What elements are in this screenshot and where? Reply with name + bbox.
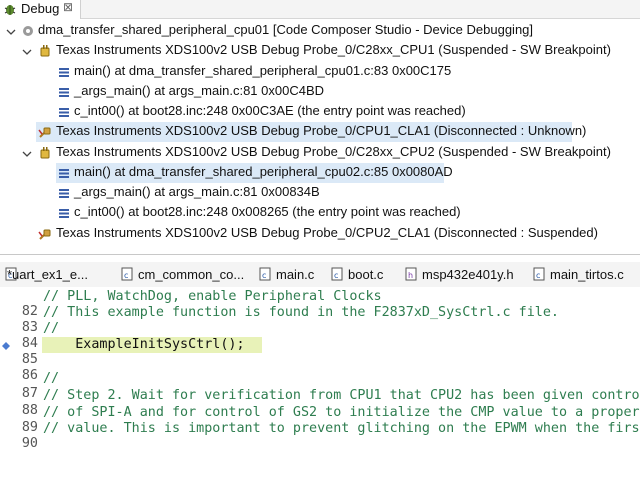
editor-tab-label: main_tirtos.c (550, 267, 624, 282)
editor-tab-label: msp432e401y.h (422, 267, 514, 282)
svg-text:c: c (334, 271, 338, 280)
disconnected-icon (38, 127, 51, 138)
tree-item-label: main() at dma_transfer_shared_peripheral… (74, 164, 453, 179)
editor-tab-label: cm_common_co... (138, 267, 245, 282)
editor-tab-label: *uart_ex1_e... (7, 267, 88, 282)
instruction-pointer-icon (2, 342, 10, 350)
code-line[interactable]: 87 // (20, 371, 640, 401)
svg-text:h: h (408, 271, 413, 280)
stack-frame-icon (59, 169, 69, 178)
disconnected-icon (38, 229, 51, 240)
code-line[interactable]: 86 (20, 353, 640, 383)
editor-tab-label: boot.c (348, 267, 384, 282)
tree-item-label: _args_main() at args_main.c:81 0x00834B (74, 184, 320, 199)
h-file-icon: h (405, 267, 417, 281)
thread-suspended-icon (40, 45, 50, 57)
tree-item-cpu2[interactable]: Texas Instruments XDS100v2 USB Debug Pro… (0, 143, 640, 163)
tree-item-label: Texas Instruments XDS100v2 USB Debug Pro… (56, 225, 598, 240)
c-file-icon: c (121, 267, 133, 281)
code-line[interactable]: 90 // value. This is important to preven… (20, 421, 640, 451)
code-text: // This example function is found in the… (43, 305, 559, 320)
code-line-current[interactable]: 85 ExampleInitSysCtrl(); (20, 337, 640, 367)
code-text: // PLL, WatchDog, enable Peripheral Cloc… (43, 289, 382, 304)
tree-item-label: Texas Instruments XDS100v2 USB Debug Pro… (56, 123, 587, 138)
code-line[interactable]: 84 // (20, 321, 640, 351)
tree-item-label: _args_main() at args_main.c:81 0x00C4BD (74, 83, 325, 98)
tree-item-stack-frame[interactable]: c_int00() at boot28.inc:248 0x008265 (th… (0, 203, 640, 223)
code-text: ExampleInitSysCtrl(); (43, 337, 245, 352)
thread-suspended-icon (40, 147, 50, 159)
chevron-down-icon[interactable] (6, 27, 16, 37)
stack-frame-icon (59, 209, 69, 218)
line-number: 90 (21, 436, 38, 451)
svg-text:c: c (124, 271, 128, 280)
code-line[interactable]: 82 // PLL, WatchDog, enable Peripheral C… (20, 289, 640, 319)
editor-tab[interactable]: c cm_common_co... (120, 265, 250, 285)
tab-debug[interactable]: Debug ⊠ (0, 0, 81, 19)
editor-tab[interactable]: c boot.c (330, 265, 396, 285)
code-line[interactable]: 83 // This example function is found in … (20, 305, 640, 335)
tree-item-session[interactable]: dma_transfer_shared_peripheral_cpu01 [Co… (0, 21, 640, 41)
chevron-down-icon[interactable] (22, 149, 32, 159)
stack-frame-icon (59, 88, 69, 97)
code-line[interactable]: 88 // Step 2. Wait for verification from… (20, 388, 640, 418)
editor-gutter[interactable] (0, 287, 16, 438)
c-file-icon: c (259, 267, 271, 281)
code-text: // of SPI-A and for control of GS2 to in… (43, 405, 640, 420)
tree-item-stack-frame[interactable]: _args_main() at args_main.c:81 0x00834B (0, 183, 640, 203)
tree-item-label: Texas Instruments XDS100v2 USB Debug Pro… (56, 42, 611, 57)
stack-frame-icon (59, 108, 69, 117)
tree-item-label: Texas Instruments XDS100v2 USB Debug Pro… (56, 144, 611, 159)
bug-icon (4, 5, 16, 15)
editor-tab-label: main.c (276, 267, 315, 282)
editor-tab[interactable]: c main.c (258, 265, 328, 285)
stack-frame-icon (59, 189, 69, 198)
session-icon (23, 26, 33, 36)
editor-tab[interactable]: h msp432e401y.h (404, 265, 522, 285)
c-file-icon: c (331, 267, 343, 281)
debug-view-tabbar: Debug ⊠ (0, 0, 640, 19)
tree-item-stack-frame[interactable]: c_int00() at boot28.inc:248 0x00C3AE (th… (0, 102, 640, 122)
tree-item-stack-frame[interactable]: _args_main() at args_main.c:81 0x00C4BD (0, 82, 640, 102)
tree-item-label: main() at dma_transfer_shared_peripheral… (74, 63, 452, 78)
editor-tab[interactable]: c main_tirtos.c (532, 265, 636, 285)
tab-debug-label: Debug (21, 1, 60, 16)
code-text: // value. This is important to prevent g… (43, 421, 640, 436)
code-line[interactable]: 89 // of SPI-A and for control of GS2 to… (20, 405, 640, 435)
code-text: // Step 2. Wait for verification from CP… (43, 388, 640, 403)
stack-frame-icon (59, 68, 69, 77)
tree-item-cla2[interactable]: Texas Instruments XDS100v2 USB Debug Pro… (36, 224, 636, 244)
tree-item-cla1[interactable]: Texas Instruments XDS100v2 USB Debug Pro… (36, 122, 586, 142)
code-editor[interactable]: 82 // PLL, WatchDog, enable Peripheral C… (0, 287, 640, 451)
c-file-icon: c (533, 267, 545, 281)
editor-tab[interactable]: c *uart_ex1_e... (4, 265, 104, 285)
tree-item-cpu1[interactable]: Texas Instruments XDS100v2 USB Debug Pro… (0, 41, 640, 61)
tree-item-label: c_int00() at boot28.inc:248 0x008265 (th… (74, 204, 461, 219)
close-icon[interactable]: ⊠ (63, 0, 73, 14)
tree-item-label: c_int00() at boot28.inc:248 0x00C3AE (th… (74, 103, 466, 118)
tree-item-label: dma_transfer_shared_peripheral_cpu01 [Co… (38, 22, 534, 37)
code-text: // (43, 371, 60, 386)
tree-item-stack-frame[interactable]: main() at dma_transfer_shared_peripheral… (0, 62, 640, 82)
svg-text:c: c (262, 271, 266, 280)
chevron-down-icon[interactable] (22, 47, 32, 57)
editor-tabbar: c *uart_ex1_e... c cm_common_co... c mai… (0, 262, 640, 288)
tree-item-stack-frame-selected[interactable]: main() at dma_transfer_shared_peripheral… (56, 163, 453, 183)
debug-view: Debug ⊠ dma_transfer_shared_peripheral_c… (0, 0, 640, 255)
code-text: // (43, 321, 60, 336)
svg-text:c: c (536, 271, 540, 280)
